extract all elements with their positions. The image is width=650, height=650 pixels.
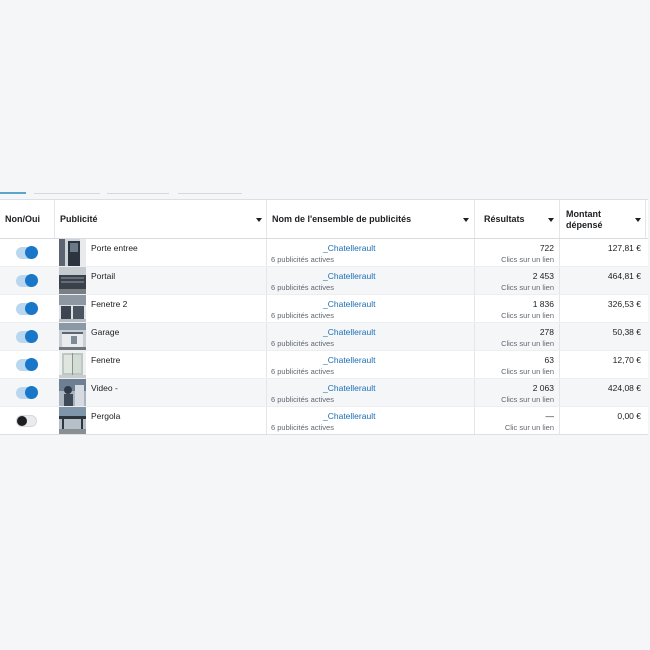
sort-arrow-icon[interactable] xyxy=(256,218,262,222)
result-type: Clics sur un lien xyxy=(501,367,554,376)
column-header-results[interactable]: Résultats xyxy=(484,214,525,224)
blank-area xyxy=(0,0,650,195)
adset-link[interactable]: _Chatellerault xyxy=(323,243,375,253)
result-type: Clics sur un lien xyxy=(501,395,554,404)
tab-indicator-active[interactable] xyxy=(0,192,26,194)
results-value: 63 xyxy=(544,355,554,365)
tab-strip xyxy=(0,190,650,196)
results-value: 2 453 xyxy=(532,271,554,281)
ad-name[interactable]: Pergola xyxy=(91,411,120,421)
ad-name[interactable]: Fenetre 2 xyxy=(91,299,127,309)
results-value: 1 836 xyxy=(532,299,554,309)
amount-spent: 464,81 € xyxy=(607,271,641,281)
column-header-adset[interactable]: Nom de l'ensemble de publicités xyxy=(272,214,411,224)
results-value: — xyxy=(545,411,555,421)
table-header: Non/Oui Publicité Nom de l'ensemble de p… xyxy=(0,200,648,239)
result-type: Clics sur un lien xyxy=(501,283,554,292)
ad-name[interactable]: Video - xyxy=(91,383,118,393)
ad-name[interactable]: Porte entree xyxy=(91,243,138,253)
sort-arrow-icon[interactable] xyxy=(635,218,641,222)
garage-photo-thumbnail[interactable] xyxy=(59,323,86,350)
window-photo-thumbnail[interactable] xyxy=(59,351,86,378)
pergola-photo-thumbnail[interactable] xyxy=(59,407,86,434)
table-row[interactable]: Pergola _Chatellerault 6 publicités acti… xyxy=(0,407,648,434)
adset-link[interactable]: _Chatellerault xyxy=(323,299,375,309)
column-header-spent-line2[interactable]: dépensé xyxy=(566,220,603,230)
amount-spent: 424,08 € xyxy=(607,383,641,393)
table-row[interactable]: Video - _Chatellerault 6 publicités acti… xyxy=(0,379,648,407)
toggle-switch[interactable] xyxy=(16,386,38,399)
result-type: Clic sur un lien xyxy=(504,423,554,432)
amount-spent: 0,00 € xyxy=(617,411,641,421)
adset-link[interactable]: _Chatellerault xyxy=(323,327,375,337)
amount-spent: 12,70 € xyxy=(612,355,641,365)
tab-indicator[interactable] xyxy=(107,193,169,194)
video-photo-thumbnail[interactable] xyxy=(59,379,86,406)
table-row[interactable]: Portail _Chatellerault 6 publicités acti… xyxy=(0,267,648,295)
adset-status: 6 publicités actives xyxy=(271,423,334,432)
ad-name[interactable]: Garage xyxy=(91,327,119,337)
table-row[interactable]: Garage _Chatellerault 6 publicités activ… xyxy=(0,323,648,351)
amount-spent: 50,38 € xyxy=(612,327,641,337)
results-value: 722 xyxy=(539,243,554,253)
amount-spent: 326,53 € xyxy=(607,299,641,309)
toggle-switch[interactable] xyxy=(16,302,38,315)
door-photo-thumbnail[interactable] xyxy=(59,239,86,266)
tab-indicator[interactable] xyxy=(34,193,100,194)
column-header-toggle[interactable]: Non/Oui xyxy=(5,214,40,224)
toggle-switch[interactable] xyxy=(16,274,38,287)
ad-name[interactable]: Fenetre xyxy=(91,355,120,365)
tab-indicator[interactable] xyxy=(178,193,242,194)
column-header-spent[interactable]: Montant xyxy=(566,209,601,219)
result-type: Clics sur un lien xyxy=(501,255,554,264)
adset-status: 6 publicités actives xyxy=(271,255,334,264)
table-row[interactable]: Fenetre _Chatellerault 6 publicités acti… xyxy=(0,351,648,379)
toggle-switch[interactable] xyxy=(16,358,38,371)
adset-link[interactable]: _Chatellerault xyxy=(323,411,375,421)
adset-status: 6 publicités actives xyxy=(271,283,334,292)
ad-name[interactable]: Portail xyxy=(91,271,115,281)
sort-arrow-icon[interactable] xyxy=(463,218,469,222)
result-type: Clics sur un lien xyxy=(501,311,554,320)
toggle-switch[interactable] xyxy=(16,415,37,427)
results-value: 2 063 xyxy=(532,383,554,393)
toggle-switch[interactable] xyxy=(16,330,38,343)
sort-arrow-icon[interactable] xyxy=(548,218,554,222)
adset-status: 6 publicités actives xyxy=(271,339,334,348)
adset-link[interactable]: _Chatellerault xyxy=(323,271,375,281)
result-type: Clics sur un lien xyxy=(501,339,554,348)
toggle-switch[interactable] xyxy=(16,246,38,259)
ads-table: Non/Oui Publicité Nom de l'ensemble de p… xyxy=(0,199,648,435)
table-row[interactable]: Porte entree _Chatellerault 6 publicités… xyxy=(0,239,648,267)
results-value: 278 xyxy=(539,327,554,337)
adset-status: 6 publicités actives xyxy=(271,367,334,376)
table-row[interactable]: Fenetre 2 _Chatellerault 6 publicités ac… xyxy=(0,295,648,323)
adset-link[interactable]: _Chatellerault xyxy=(323,355,375,365)
column-header-ad[interactable]: Publicité xyxy=(60,214,98,224)
adset-status: 6 publicités actives xyxy=(271,395,334,404)
adset-link[interactable]: _Chatellerault xyxy=(323,383,375,393)
gate-photo-thumbnail[interactable] xyxy=(59,267,86,294)
window-photo-thumbnail[interactable] xyxy=(59,295,86,322)
adset-status: 6 publicités actives xyxy=(271,311,334,320)
amount-spent: 127,81 € xyxy=(607,243,641,253)
